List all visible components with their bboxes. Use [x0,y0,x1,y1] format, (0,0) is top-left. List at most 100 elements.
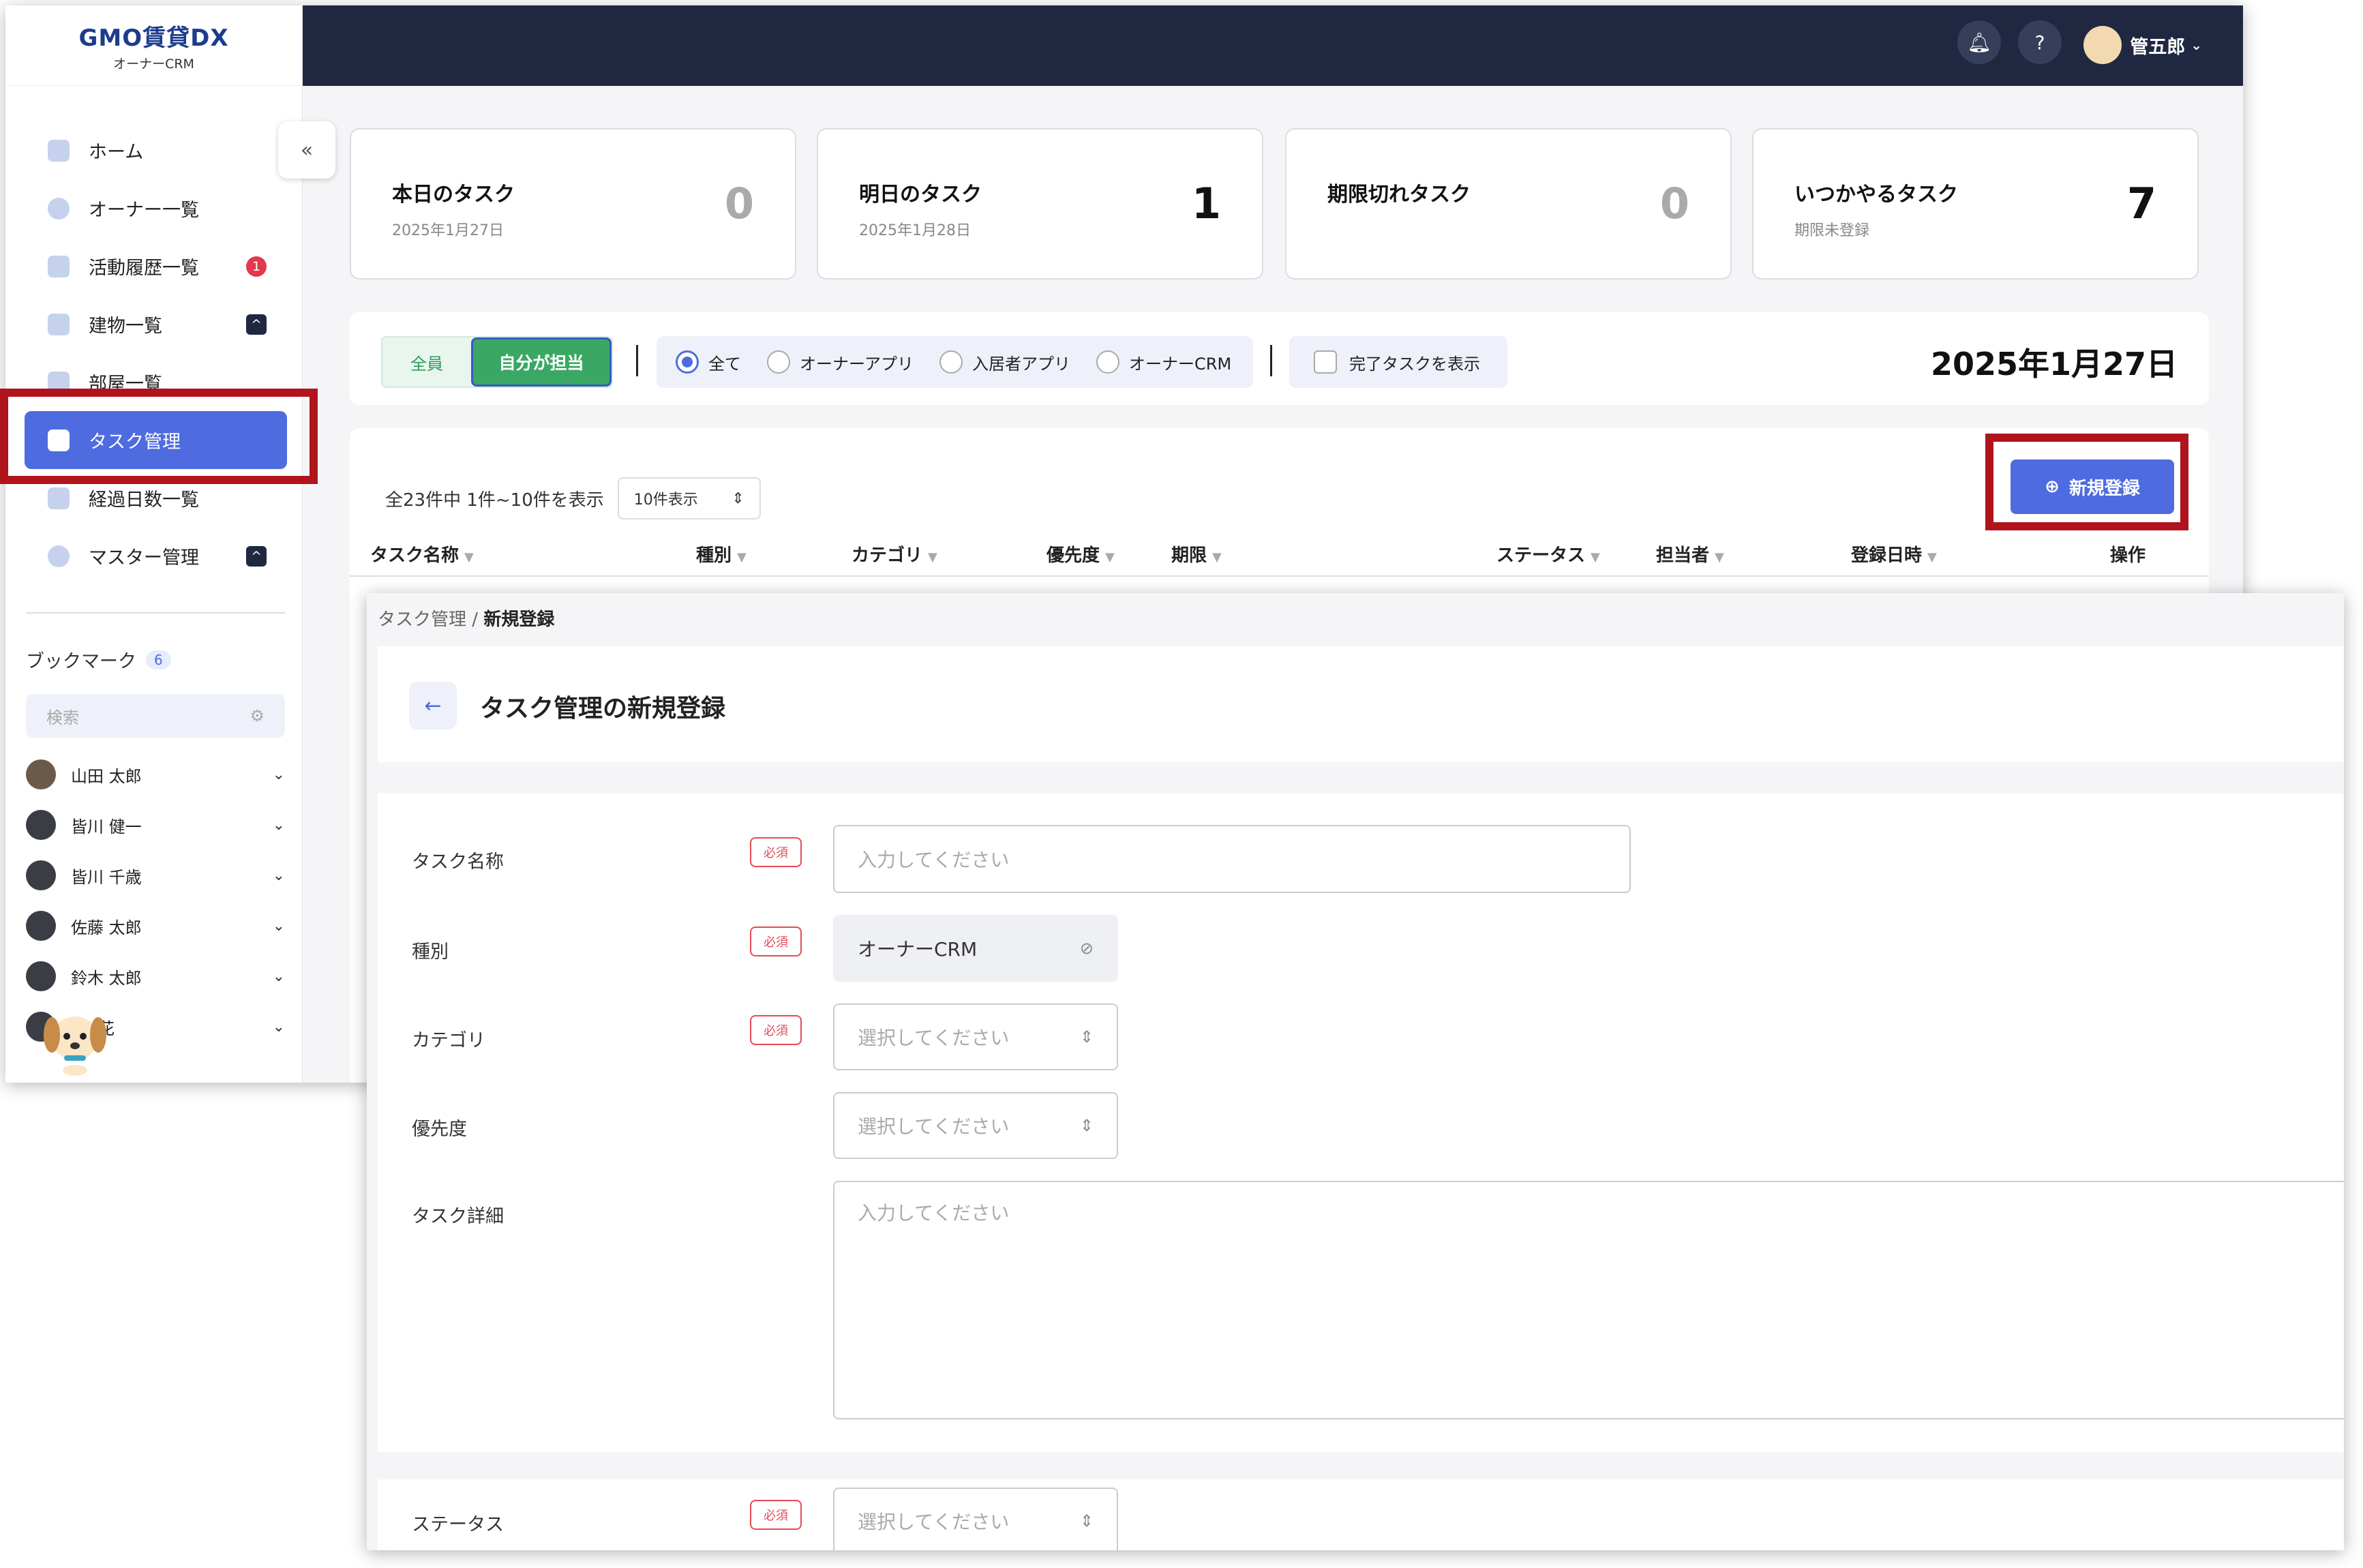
logo[interactable]: GMO賃貸DX オーナーCRM [5,5,302,86]
filter-bar: 全員 自分が担当 全て オーナーアプリ 入居者アプリ オーナーCRM 完了タスク… [350,312,2209,405]
type-field-disabled: オーナーCRM ⊘ [833,915,1118,982]
column-header[interactable]: 登録日時 ▼ [1851,541,1937,567]
task-name-input[interactable]: 入力してください [833,825,1631,893]
logo-brand: GMO賃貸DX [78,24,229,52]
notification-badge: 1 [246,256,267,277]
highlight-box-new-button [1985,434,2188,530]
chevron-down-icon[interactable]: ⌄ [273,968,285,985]
radio-owner-app[interactable] [767,350,790,374]
bookmark-person[interactable]: 佐藤 太郎 ⌄ [26,911,285,941]
bookmark-person[interactable]: 皆川 健一 ⌄ [26,810,285,840]
column-header[interactable]: 担当者 ▼ [1656,541,1724,567]
expand-icon[interactable]: ^ [246,545,267,567]
checkbox[interactable] [1314,350,1337,374]
task-form-section-2: ステータス 必須 選択してください ⇕ [378,1479,2344,1550]
sidebar-item-activity[interactable]: 活動履歴一覧 1 [25,237,287,295]
chevron-down-icon[interactable]: ⌄ [273,766,285,783]
radio-all[interactable] [676,350,699,374]
bell-icon[interactable]: 🔔︎ [1957,20,2001,64]
task-card-someday[interactable]: いつかやるタスク 期限未登録 7 [1752,128,2199,280]
chevron-down-icon[interactable]: ⌄ [273,867,285,884]
avatar [26,911,56,941]
assignee-mine-option[interactable]: 自分が担当 [471,337,612,387]
table-header: タスク名称 ▼ 種別 ▼ カテゴリ ▼ 優先度 ▼ 期限 ▼ ステータス ▼ 担当者 ▼ 登録… [350,529,2209,577]
task-form: タスク名称 必須 入力してください 種別 必須 オーナーCRM ⊘ カテゴリ 必須… [378,794,2344,1452]
column-header[interactable]: ステータス ▼ [1496,541,1600,567]
category-select[interactable]: 選択してください ⇕ [833,1004,1118,1070]
required-badge: 必須 [750,1015,802,1045]
back-arrow-icon[interactable]: ← [409,682,457,729]
document-icon [48,255,70,277]
avatar [26,759,56,789]
sidebar-item-buildings[interactable]: 建物一覧 ^ [25,295,287,353]
collapse-sidebar-button[interactable]: « [278,121,335,179]
radio-resident-app[interactable] [939,350,963,374]
task-count: 0 [724,179,754,228]
top-bar: 🔔︎ ? 管五郎 ⌄ [303,5,2243,86]
sidebar-divider [26,612,285,614]
sidebar-item-home[interactable]: ホーム [25,121,287,179]
avatar [26,860,56,890]
assignee-toggle: 全員 自分が担当 [381,336,613,388]
sort-updown-icon: ⇕ [1079,1116,1094,1135]
home-icon [48,139,70,162]
bookmark-search-input[interactable]: 検索 ⚙ [26,694,285,738]
sort-updown-icon: ⇕ [732,489,744,507]
required-badge: 必須 [750,926,802,956]
highlight-box-task-menu [0,389,318,484]
expand-icon[interactable]: ^ [246,314,267,335]
breadcrumb: タスク管理 / 新規登録 [378,609,555,630]
status-select[interactable]: 選択してください ⇕ [833,1488,1118,1550]
task-card-tomorrow[interactable]: 明日のタスク 2025年1月28日 1 [817,128,1263,280]
sidebar-item-master[interactable]: マスター管理 ^ [25,527,287,585]
help-icon[interactable]: ? [2018,20,2062,64]
required-badge: 必須 [750,1500,802,1530]
bookmark-count: 6 [146,650,171,669]
avatar [2083,26,2122,64]
dog-mascot-icon[interactable] [34,987,116,1076]
chevron-down-icon[interactable]: ⌄ [273,817,285,834]
assignee-all-option[interactable]: 全員 [382,337,471,387]
chevron-down-icon: ⌄ [2191,37,2202,53]
column-header[interactable]: 種別 ▼ [696,541,747,567]
column-header[interactable]: カテゴリ ▼ [852,541,937,567]
sort-updown-icon: ⇕ [1079,1027,1094,1046]
result-count: 全23件中 1件~10件を表示 10件表示 ⇕ [385,477,761,519]
disabled-icon: ⊘ [1079,939,1094,958]
task-detail-textarea[interactable]: 入力してください [833,1181,2344,1419]
current-date: 2025年1月27日 [1930,346,2178,382]
avatar [26,810,56,840]
column-header[interactable]: 優先度 ▼ [1047,541,1115,567]
building-icon [48,313,70,335]
bookmark-title: ブックマーク 6 [26,646,171,673]
sort-updown-icon: ⇕ [1079,1511,1094,1531]
filter-settings-icon[interactable]: ⚙ [250,706,265,725]
divider [1270,345,1272,376]
task-count: 1 [1191,179,1221,228]
radio-owner-crm[interactable] [1096,350,1120,374]
user-icon [48,197,70,220]
task-card-today[interactable]: 本日のタスク 2025年1月27日 0 [350,128,796,280]
task-count: 0 [1659,179,1689,228]
chevron-down-icon[interactable]: ⌄ [273,918,285,935]
task-card-overdue[interactable]: 期限切れタスク 0 [1285,128,1732,280]
shield-icon [48,487,70,509]
task-count: 7 [2126,179,2156,228]
logo-product: オーナーCRM [113,56,194,72]
required-badge: 必須 [750,837,802,867]
column-header[interactable]: 期限 ▼ [1171,541,1222,567]
column-header: 操作 [2110,545,2146,566]
bookmark-person[interactable]: 皆川 千歳 ⌄ [26,860,285,890]
chevron-down-icon[interactable]: ⌄ [273,1019,285,1036]
per-page-select[interactable]: 10件表示 ⇕ [617,477,761,519]
show-completed-checkbox[interactable]: 完了タスクを表示 [1289,336,1507,388]
gear-icon [48,545,70,567]
column-header[interactable]: タスク名称 ▼ [370,541,474,567]
bookmark-person[interactable]: 山田 太郎 ⌄ [26,759,285,789]
sidebar: GMO賃貸DX オーナーCRM ホーム オーナー一覧 活動履歴一覧 1 建物一覧 ^… [5,5,303,1083]
sidebar-item-owners[interactable]: オーナー一覧 [25,179,287,237]
priority-select[interactable]: 選択してください ⇕ [833,1092,1118,1159]
new-task-form-window: タスク管理 / 新規登録 ← タスク管理の新規登録 タスク名称 必須 入力してく… [367,593,2344,1550]
user-menu[interactable]: 管五郎 ⌄ [2083,26,2202,64]
divider [636,345,638,376]
